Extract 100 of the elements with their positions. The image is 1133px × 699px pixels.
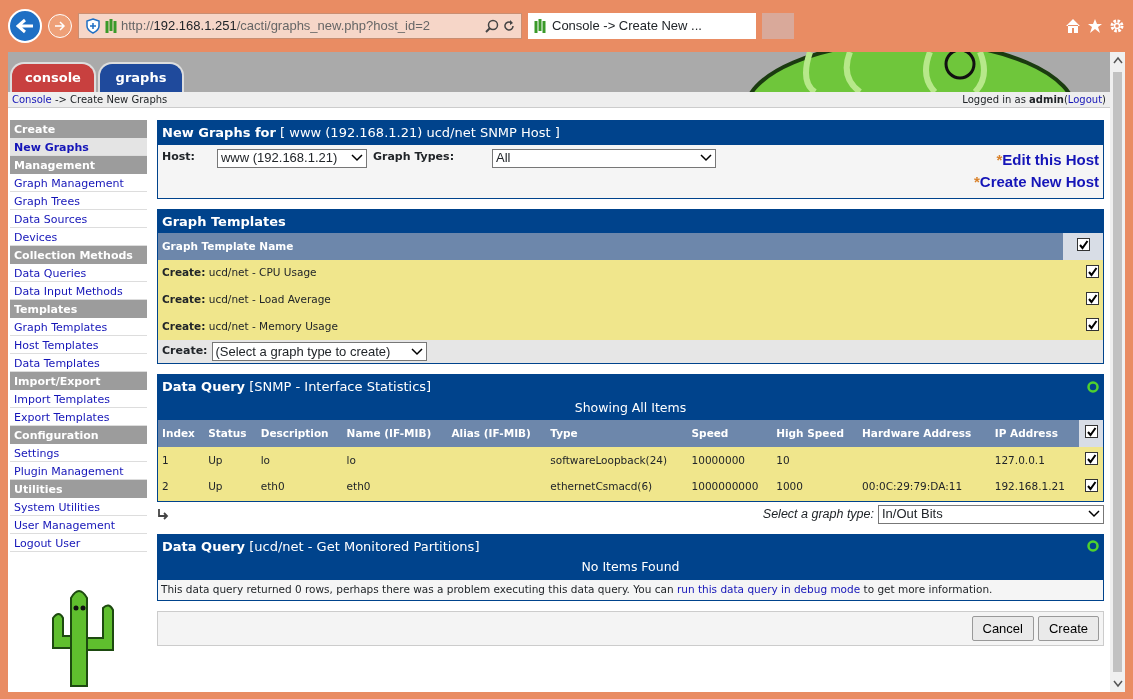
table-cell: 1 [162, 453, 169, 466]
column-header: Type [546, 420, 688, 447]
table-cell: lo [260, 453, 271, 466]
menu-heading: Management [10, 156, 147, 174]
menu-heading: Templates [10, 300, 147, 318]
table-cell: ethernetCsmacd(6) [550, 480, 653, 493]
column-header: Index [158, 420, 205, 447]
checkbox[interactable] [1076, 238, 1090, 251]
checkbox[interactable] [1084, 478, 1098, 492]
table-cell: 192.168.1.21 [994, 480, 1065, 493]
action-button[interactable]: Cancel [971, 615, 1034, 641]
nav-tab[interactable]: console [10, 62, 96, 92]
create-select[interactable]: (Select a graph type to create) [211, 342, 427, 361]
panel-title: Data Query [ucd/net - Get Monitored Partitions] [162, 537, 480, 556]
status-ring-icon [1087, 540, 1099, 553]
caret-icon [410, 347, 423, 356]
menu-item[interactable]: Graph Trees [10, 192, 147, 210]
column-header: Speed [687, 420, 773, 447]
address-bar[interactable]: http://192.168.1.251/cacti/graphs_new.php?host_id=2 [78, 13, 522, 39]
checkbox[interactable] [1084, 452, 1098, 465]
column-header: IP Address [990, 420, 1080, 447]
status-text: Showing All Items [158, 398, 1103, 421]
panel-title: Data Query [SNMP - Interface Statistics] [162, 378, 432, 396]
favicon-icon [105, 18, 117, 34]
menu-heading: Configuration [10, 426, 147, 444]
caret-icon [700, 154, 713, 162]
star-icon[interactable] [1087, 18, 1103, 34]
table-cell: eth0 [346, 480, 371, 493]
login-text: Logged in as [962, 94, 1027, 105]
menu-item[interactable]: Import Templates [10, 390, 147, 408]
parenthesis: ( [1063, 94, 1068, 105]
checkbox[interactable] [1086, 264, 1099, 278]
field-label: Select a graph type: [762, 505, 874, 523]
table-cell: 127.0.0.1 [994, 453, 1045, 466]
action-link[interactable]: Create New Host [979, 173, 1099, 190]
menu-item[interactable]: Graph Management [10, 174, 147, 192]
favicon-icon [534, 18, 546, 34]
menu-item[interactable]: Settings [10, 444, 147, 462]
column-header: Name (IF-MIB) [342, 420, 448, 447]
caret-icon [1088, 510, 1100, 518]
field-label: Create: [162, 343, 208, 360]
column-header: Description [256, 420, 343, 447]
panel-title: Graph Templates [162, 212, 286, 231]
checkbox[interactable] [1086, 318, 1099, 332]
caret-icon [350, 154, 363, 162]
forward-arrow-icon [54, 21, 66, 31]
menu-heading: Utilities [10, 480, 147, 498]
return-arrow-icon [157, 508, 169, 520]
host-select[interactable]: www (192.168.1.21) [216, 148, 367, 168]
scroll-down-icon[interactable] [1112, 680, 1123, 688]
column-header: Graph Template Name [158, 233, 1063, 260]
action-button[interactable]: Create [1037, 615, 1099, 641]
checkbox[interactable] [1084, 425, 1098, 439]
back-button[interactable] [8, 9, 42, 43]
menu-item[interactable]: Host Templates [10, 336, 147, 354]
table-cell: lo [346, 453, 356, 466]
column-header: Alias (IF-MIB) [447, 420, 547, 447]
table-cell: 1000000000 [691, 480, 759, 493]
asterisk: * [973, 173, 980, 190]
field-label: Graph Types: [372, 148, 455, 165]
scroll-up-icon[interactable] [1112, 56, 1123, 64]
nav-tab[interactable]: graphs [98, 62, 184, 92]
column-header: Hardware Address [858, 420, 991, 447]
menu-item[interactable]: New Graphs [10, 138, 147, 156]
menu-item[interactable]: Data Queries [10, 264, 147, 282]
menu-item[interactable]: Data Sources [10, 210, 147, 228]
table-cell: 1000 [776, 480, 803, 493]
status-ring-icon [1087, 380, 1099, 393]
refresh-icon[interactable] [503, 20, 515, 32]
graph-type-select[interactable]: In/Out Bits [878, 504, 1104, 524]
menu-item[interactable]: User Management [10, 516, 147, 534]
graph-type-select[interactable]: All [492, 148, 717, 168]
breadcrumb-text: -> Create New Graphs [53, 94, 168, 105]
table-cell: 10 [776, 453, 790, 466]
breadcrumb-link[interactable]: Console [12, 94, 52, 105]
debug-link[interactable]: run this data query in debug mode [676, 582, 861, 595]
table-cell: Create: ucd/net - Memory Usage [158, 313, 1063, 340]
table-cell: 10000000 [691, 453, 745, 466]
table-cell: 2 [162, 480, 169, 493]
panel-title: New Graphs for [ www (192.168.1.21) ucd/net SNMP Host ] [162, 124, 560, 142]
browser-tab[interactable]: Console -> Create New ... [528, 13, 756, 39]
field-label: Host: [162, 148, 195, 165]
menu-item[interactable]: System Utilities [10, 498, 147, 516]
parenthesis: ) [1102, 94, 1106, 105]
column-header: Status [204, 420, 257, 447]
asterisk: * [996, 150, 1003, 168]
shield-icon [85, 18, 101, 34]
table-cell: Up [208, 480, 223, 493]
search-icon[interactable] [485, 19, 499, 33]
menu-heading: Collection Methods [10, 246, 147, 264]
scrollbar[interactable] [1110, 52, 1125, 692]
table-cell: 00:0C:29:79:DA:11 [862, 480, 963, 493]
menu-item[interactable]: Graph Templates [10, 318, 147, 336]
tab-title: Console -> Create New ... [552, 17, 702, 36]
checkbox[interactable] [1086, 291, 1099, 305]
table-cell: Up [208, 453, 223, 466]
action-link[interactable]: Edit this Host [1002, 150, 1099, 168]
menu-item[interactable]: Logout User [10, 534, 147, 552]
username: admin [1029, 94, 1064, 105]
back-arrow-icon [16, 18, 34, 34]
